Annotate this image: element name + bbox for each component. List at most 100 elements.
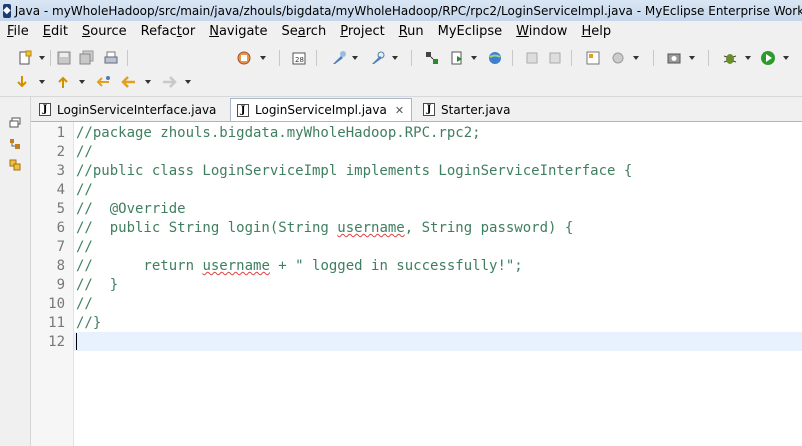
toolbar-row-2 — [0, 70, 802, 94]
settings-dropdown[interactable] — [633, 56, 639, 60]
tab-login-service-interface[interactable]: J LoginServiceInterface.java — [33, 99, 231, 120]
window-title: Java - myWholeHadoop/src/main/java/zhoul… — [14, 3, 802, 18]
code-line[interactable]: // public String login(String username, … — [76, 219, 573, 238]
code-line[interactable]: //public class LoginServiceImpl implemen… — [76, 162, 632, 181]
code-line[interactable]: // — [76, 238, 93, 257]
browser-icon[interactable] — [487, 50, 503, 66]
prev-annotation-dropdown[interactable] — [79, 80, 85, 84]
code-line[interactable]: //} — [76, 314, 101, 333]
line-number: 5 — [56, 201, 65, 217]
db-icon[interactable] — [585, 50, 601, 66]
java-file-icon: J — [423, 103, 435, 116]
line-number-gutter: 1 2 3 4 5 6 7 8 9 10 11 12 — [31, 122, 74, 446]
line-number: 10 — [48, 296, 65, 312]
new-dropdown[interactable] — [39, 56, 45, 60]
toolbar-separator — [316, 50, 317, 66]
code-text: // return — [76, 258, 203, 274]
next-annotation-dropdown[interactable] — [39, 80, 45, 84]
toolbar-separator — [653, 50, 654, 66]
back-icon[interactable] — [524, 50, 540, 66]
code-line[interactable]: // @Override — [76, 200, 186, 219]
save-icon[interactable] — [56, 50, 72, 66]
next-annotation-icon[interactable] — [14, 74, 30, 90]
menu-item-myeclipse[interactable]: MyEclipse — [431, 24, 510, 39]
code-line[interactable]: // } — [76, 276, 118, 295]
menu-item-refactor[interactable]: Refactor — [134, 24, 203, 39]
close-tab-icon[interactable]: ✕ — [395, 104, 404, 117]
code-text: // public String login(String — [76, 220, 338, 236]
restore-icon[interactable] — [9, 117, 21, 129]
camera-dropdown[interactable] — [689, 56, 695, 60]
toolbar-separator — [512, 50, 513, 66]
line-number: 9 — [56, 277, 65, 293]
nav-back-dropdown[interactable] — [145, 80, 151, 84]
line-number: 3 — [56, 163, 65, 179]
save-all-icon[interactable] — [79, 50, 95, 66]
run-server-dropdown[interactable] — [471, 56, 477, 60]
code-line[interactable]: // return username + " logged in success… — [76, 257, 523, 276]
debug-dropdown[interactable] — [745, 56, 751, 60]
title-bar: ◆ Java - myWholeHadoop/src/main/java/zho… — [0, 0, 802, 21]
toolbar-row-1: 28 — [0, 46, 802, 70]
open-type-icon[interactable]: 28 — [291, 50, 307, 66]
prev-annotation-icon[interactable] — [55, 74, 71, 90]
nav-forward-dropdown[interactable] — [185, 80, 191, 84]
menu-item-source[interactable]: Source — [75, 24, 134, 39]
toolbar-separator — [279, 50, 280, 66]
nav-back-icon[interactable] — [121, 74, 137, 90]
line-number: 4 — [56, 182, 65, 198]
tab-login-service-impl[interactable]: J LoginServiceImpl.java ✕ — [230, 98, 412, 121]
toolbar-separator — [571, 50, 572, 66]
menu-item-navigate[interactable]: Navigate — [202, 24, 274, 39]
run-server-icon[interactable] — [449, 50, 465, 66]
menu-item-search[interactable]: Search — [275, 24, 334, 39]
package-explorer-icon[interactable] — [9, 138, 21, 150]
code-editor[interactable]: 1 2 3 4 5 6 7 8 9 10 11 12 //package zhouls.bigdata… — [31, 122, 802, 446]
web-service-icon[interactable] — [331, 50, 347, 66]
print-icon[interactable] — [103, 50, 119, 66]
code-line[interactable]: // — [76, 143, 93, 162]
last-edit-icon[interactable] — [96, 74, 112, 90]
run-dropdown[interactable] — [783, 56, 789, 60]
forward-icon[interactable] — [547, 50, 563, 66]
java-file-icon: J — [237, 103, 249, 117]
svg-text:28: 28 — [295, 56, 304, 64]
menu-item-project[interactable]: Project — [333, 24, 392, 39]
menu-item-window[interactable]: Window — [509, 24, 574, 39]
spelling-warning-word: username — [337, 220, 405, 236]
java-file-icon: J — [39, 103, 51, 116]
new-icon[interactable] — [17, 50, 33, 66]
menu-item-help[interactable]: Help — [574, 24, 618, 39]
menu-item-edit[interactable]: Edit — [36, 24, 75, 39]
minimized-views-strip — [0, 97, 31, 446]
code-line[interactable]: // — [76, 295, 93, 314]
debug-icon[interactable] — [722, 50, 738, 66]
text-caret — [76, 333, 77, 350]
toolbar-separator — [127, 50, 128, 66]
tab-label: LoginServiceInterface.java — [57, 102, 217, 117]
new-server-dropdown[interactable] — [260, 56, 266, 60]
settings-icon[interactable] — [610, 50, 626, 66]
code-text: , String password) { — [404, 220, 574, 236]
menu-bar: File Edit Source Refactor Navigate Search Proj… — [0, 21, 802, 42]
web-service-dropdown[interactable] — [352, 56, 358, 60]
run-icon[interactable] — [760, 50, 776, 66]
code-line[interactable]: //package zhouls.bigdata.myWholeHadoop.R… — [76, 124, 481, 143]
line-number: 11 — [48, 315, 65, 331]
menu-item-file[interactable]: File — [0, 24, 36, 39]
tab-starter[interactable]: J Starter.java — [417, 99, 527, 120]
myeclipse-app-icon: ◆ — [3, 3, 11, 18]
nav-forward-icon[interactable] — [161, 74, 177, 90]
line-number: 6 — [56, 220, 65, 236]
new-server-icon[interactable] — [236, 50, 252, 66]
tab-label: LoginServiceImpl.java — [255, 103, 387, 117]
deploy-icon[interactable] — [424, 50, 440, 66]
toolbar-separator — [50, 50, 51, 66]
code-line[interactable]: // — [76, 181, 93, 200]
line-number: 2 — [56, 144, 65, 160]
open-dropdown[interactable] — [392, 56, 398, 60]
camera-icon[interactable] — [666, 50, 682, 66]
menu-item-run[interactable]: Run — [392, 24, 431, 39]
hierarchy-icon[interactable] — [9, 159, 21, 171]
open-icon[interactable] — [370, 50, 386, 66]
